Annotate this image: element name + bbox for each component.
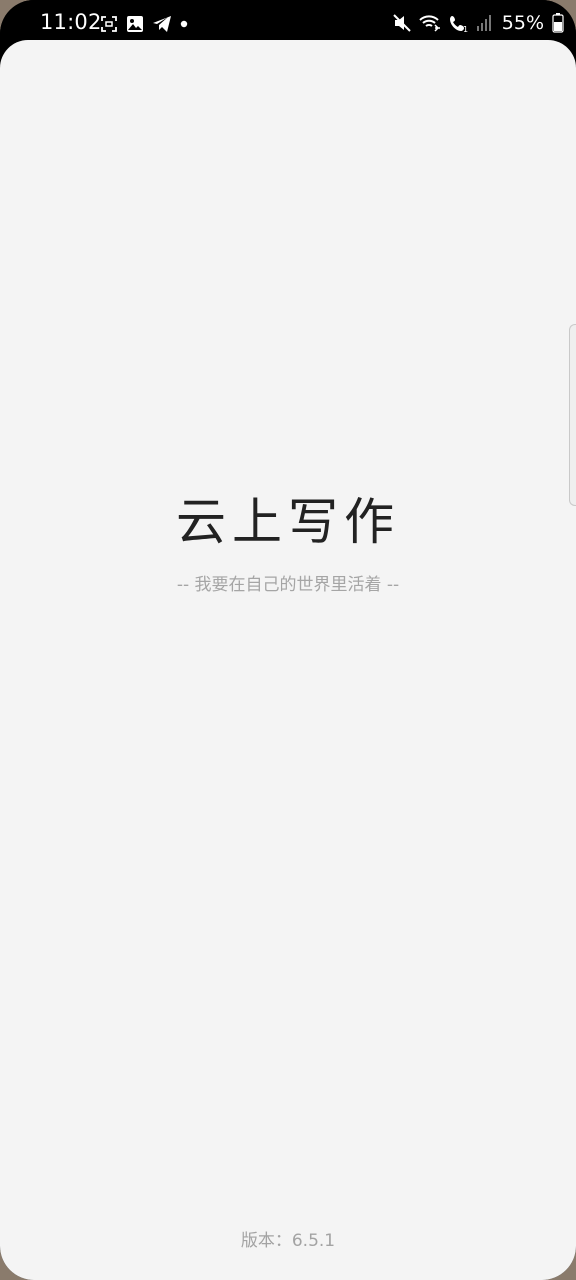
device-frame: 11:02 1 55% 云上写作 -- 我要在自己的世界里活着 -- 版本：6.…	[0, 0, 576, 1280]
battery-icon	[552, 13, 564, 33]
signal-icon	[476, 14, 492, 32]
splash-screen	[0, 40, 576, 1280]
svg-text:1: 1	[463, 25, 468, 33]
app-slogan: -- 我要在自己的世界里活着 --	[176, 575, 400, 595]
edge-panel-handle[interactable]	[569, 324, 576, 506]
status-right-icons: 1 55%	[386, 11, 564, 35]
mute-icon	[392, 13, 412, 33]
image-icon	[126, 15, 144, 33]
volte-call-icon: 1	[448, 13, 470, 33]
wifi-calling-icon	[418, 13, 442, 33]
notification-dot-icon	[180, 20, 188, 28]
app-version: 版本：6.5.1	[240, 1231, 336, 1251]
screenshot-icon	[100, 15, 118, 33]
battery-percent: 55%	[501, 12, 544, 34]
telegram-icon	[152, 15, 172, 33]
app-title: 云上写作	[176, 493, 400, 551]
status-time: 11:02	[40, 10, 102, 34]
status-left-icons	[100, 13, 196, 35]
